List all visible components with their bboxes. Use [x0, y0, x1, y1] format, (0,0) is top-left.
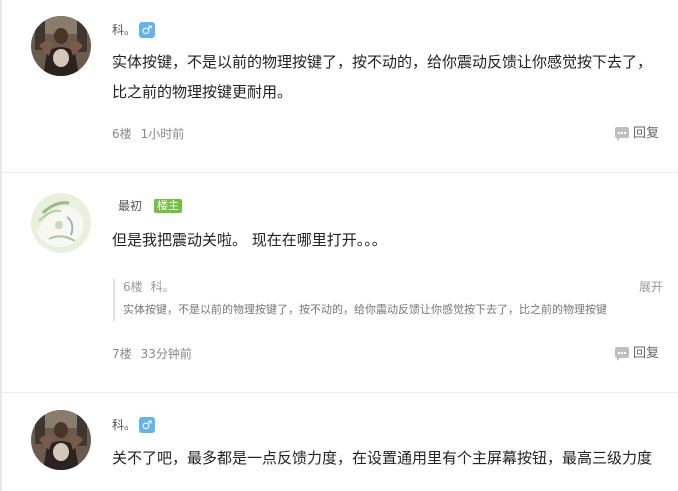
avatar-illustration-icon	[31, 193, 91, 253]
username[interactable]: 科。	[112, 417, 136, 433]
reply-label: 回复	[632, 346, 659, 361]
reply-button[interactable]: 回复	[614, 126, 659, 142]
quote-floor: 6楼	[123, 280, 143, 294]
male-gender-icon: ♂	[139, 417, 155, 433]
comment-meta: 7楼 33分钟前	[112, 346, 201, 362]
avatar-photo-icon	[31, 410, 91, 470]
quote-text: 实体按键，不是以前的物理按键了，按不动的，给你震动反馈让你感觉按下去了，比之前的…	[123, 303, 607, 316]
quote-header: 6楼 科。	[123, 279, 183, 295]
comment-text: 但是我把震动关啦。 现在在哪里打开。。。	[112, 231, 387, 249]
post-time: 1小时前	[140, 127, 185, 141]
floor-number: 7楼	[112, 347, 132, 361]
quoted-reply: 6楼 科。 展开 实体按键，不是以前的物理按键了，按不动的，给你震动反馈让你感觉按…	[113, 279, 663, 321]
avatar[interactable]	[31, 410, 91, 470]
username[interactable]: 科。	[112, 22, 136, 38]
reply-button[interactable]: 回复	[614, 346, 659, 362]
reply-label: 回复	[632, 126, 659, 141]
avatar[interactable]	[31, 16, 91, 76]
username[interactable]: 最初	[118, 198, 142, 214]
post-time: 33分钟前	[140, 347, 192, 361]
avatar[interactable]	[31, 193, 91, 253]
quote-username[interactable]: 科。	[151, 280, 175, 294]
male-gender-icon: ♂	[139, 22, 155, 38]
expand-link[interactable]: 展开	[639, 279, 663, 295]
floor-number: 6楼	[112, 127, 132, 141]
comment-item: 科。 ♂ 关不了吧，最多都是一点反馈力度，在设置通用里有个主屏幕按钮，最高三级力…	[0, 393, 678, 491]
comment-meta: 6楼 1小时前	[112, 126, 193, 142]
comment-item: 科。 ♂ 实体按键，不是以前的物理按键了，按不动的，给你震动反馈让你感觉按下去了…	[0, 0, 678, 172]
reply-icon	[614, 127, 629, 141]
avatar-photo-icon	[31, 16, 91, 76]
comment-text: 关不了吧，最多都是一点反馈力度，在设置通用里有个主屏幕按钮，最高三级力度	[112, 449, 653, 467]
thread-owner-badge: 楼主	[154, 199, 182, 213]
comment-item: 最初 楼主 但是我把震动关啦。 现在在哪里打开。。。 6楼 科。 展开 实体按键，…	[0, 173, 678, 392]
reply-icon	[614, 347, 629, 361]
comment-text: 实体按键，不是以前的物理按键了，按不动的，给你震动反馈让你感觉按下去了，比之前的…	[112, 53, 653, 101]
